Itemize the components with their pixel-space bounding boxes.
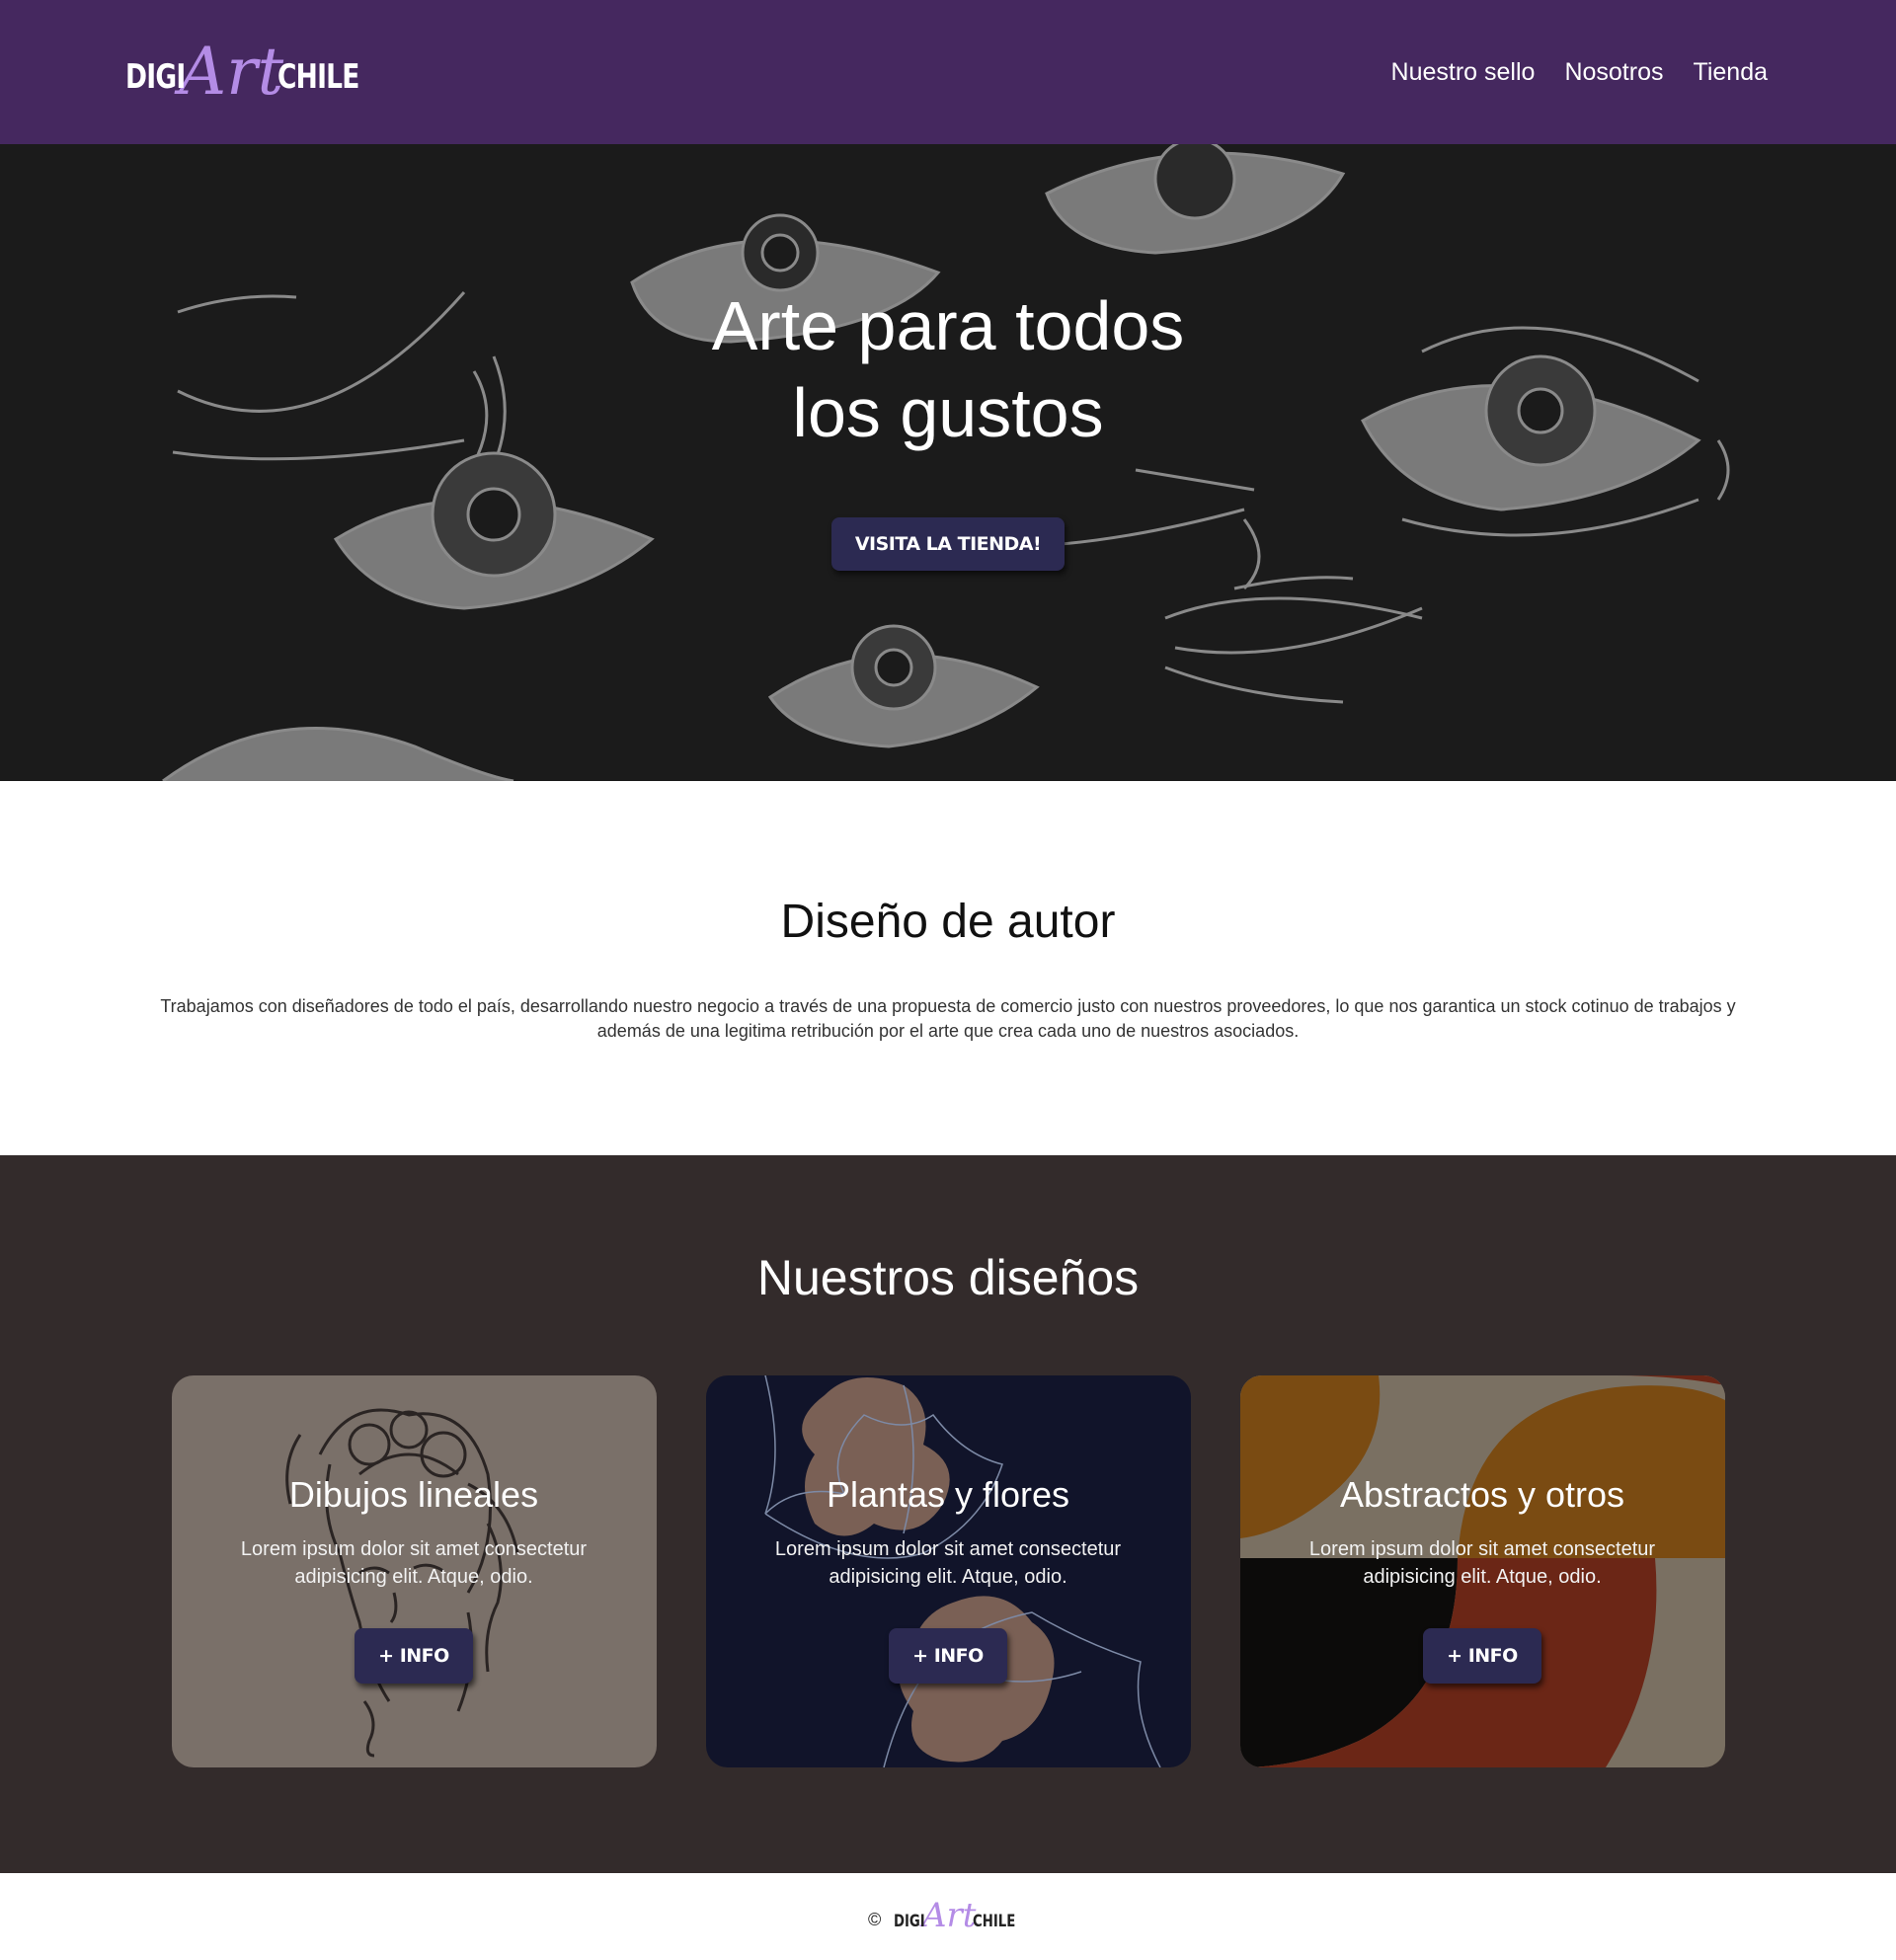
footer: © DIGI Art CHILE bbox=[0, 1873, 1896, 1960]
card-text: Lorem ipsum dolor sit amet consectetur a… bbox=[774, 1538, 1122, 1588]
design-card-plantas: Plantas y flores Lorem ipsum dolor sit a… bbox=[705, 1375, 1191, 1767]
card-title: Abstractos y otros bbox=[1339, 1474, 1625, 1515]
logo-script: Art bbox=[922, 1896, 977, 1936]
navbar: DIGI Art CHILE Nuestro sello Nosotros Ti… bbox=[0, 0, 1896, 144]
nav-link-tienda[interactable]: Tienda bbox=[1693, 58, 1768, 87]
logo-suffix: CHILE bbox=[973, 1911, 1016, 1931]
about-title: Diseño de autor bbox=[780, 896, 1116, 948]
hero-section: Arte para todos los gustos VISITA LA TIE… bbox=[0, 144, 1896, 781]
card-content: Plantas y flores Lorem ipsum dolor sit a… bbox=[706, 1375, 1191, 1684]
visit-store-button[interactable]: VISITA LA TIENDA! bbox=[830, 517, 1066, 571]
logo-prefix: DIGI bbox=[125, 57, 186, 98]
footer-logo: © DIGI Art CHILE bbox=[868, 1896, 1028, 1936]
logo-suffix: CHILE bbox=[277, 57, 359, 98]
designs-section: Nuestros diseños Dibujos lineales Lorem … bbox=[0, 1155, 1896, 1873]
logo-prefix: DIGI bbox=[894, 1911, 925, 1931]
nav-link-nosotros[interactable]: Nosotros bbox=[1564, 58, 1663, 87]
hero-title-line2: los gustos bbox=[792, 374, 1104, 451]
card-title: Dibujos lineales bbox=[288, 1474, 539, 1515]
card-title: Plantas y flores bbox=[826, 1474, 1070, 1515]
about-section: Diseño de autor Trabajamos con diseñador… bbox=[0, 781, 1896, 1155]
hero-title: Arte para todos los gustos bbox=[0, 282, 1896, 456]
info-button[interactable]: + INFO bbox=[889, 1628, 1007, 1684]
design-cards: Dibujos lineales Lorem ipsum dolor sit a… bbox=[0, 1375, 1896, 1767]
card-text: Lorem ipsum dolor sit amet consectetur a… bbox=[1308, 1538, 1656, 1588]
info-button[interactable]: + INFO bbox=[355, 1628, 473, 1684]
nav-links: Nuestro sello Nosotros Tienda bbox=[1391, 58, 1768, 87]
about-text: Trabajamos con diseñadores de todo el pa… bbox=[160, 996, 1736, 1041]
design-card-abstractos: Abstractos y otros Lorem ipsum dolor sit… bbox=[1239, 1375, 1725, 1767]
hero-content: Arte para todos los gustos VISITA LA TIE… bbox=[0, 282, 1896, 571]
logo-script: Art bbox=[179, 33, 284, 110]
hero-title-line1: Arte para todos bbox=[711, 287, 1185, 364]
card-content: Abstractos y otros Lorem ipsum dolor sit… bbox=[1240, 1375, 1725, 1684]
designs-title: Nuestros diseños bbox=[756, 1250, 1140, 1305]
brand-logo[interactable]: DIGI Art CHILE bbox=[109, 33, 382, 110]
info-button[interactable]: + INFO bbox=[1423, 1628, 1541, 1684]
copyright-symbol: © bbox=[868, 1909, 882, 1929]
design-card-lineales: Dibujos lineales Lorem ipsum dolor sit a… bbox=[171, 1375, 657, 1767]
card-text: Lorem ipsum dolor sit amet consectetur a… bbox=[240, 1538, 588, 1588]
nav-link-nuestro-sello[interactable]: Nuestro sello bbox=[1391, 58, 1536, 87]
card-content: Dibujos lineales Lorem ipsum dolor sit a… bbox=[172, 1375, 657, 1684]
